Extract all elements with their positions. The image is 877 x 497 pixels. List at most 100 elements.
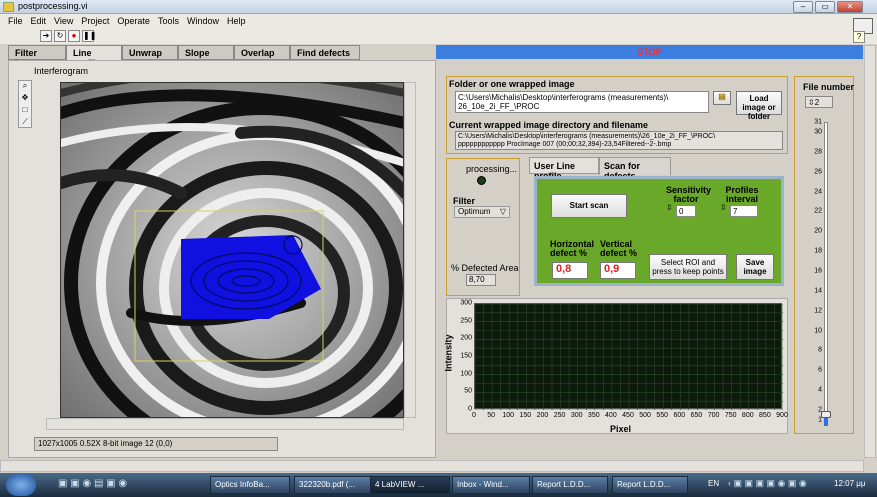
- y-tick-label: 100: [460, 370, 472, 378]
- x-tick-label: 550: [656, 412, 669, 419]
- interferogram-label: Interferogram: [34, 66, 89, 76]
- slider-tick-label: 16: [814, 267, 822, 275]
- tab-slope[interactable]: Slope: [178, 45, 234, 60]
- x-tick-label: 150: [519, 412, 532, 419]
- subtab-scan-for-defects[interactable]: Scan for defects: [599, 157, 671, 181]
- slider-tick-label: 4: [818, 386, 822, 394]
- file-number-label: File number: [803, 82, 855, 92]
- folder-path-input[interactable]: C:\Users\Michalis\Desktop\interferograms…: [455, 91, 709, 113]
- x-tick-label: 100: [502, 412, 515, 419]
- x-tick-label: 250: [553, 412, 566, 419]
- taskbar-pdf[interactable]: 322320b.pdf (...: [294, 476, 374, 494]
- window-vertical-scrollbar[interactable]: [864, 45, 876, 458]
- taskbar-labview[interactable]: 4 LabVIEW ...: [370, 476, 450, 494]
- horizontal-defect-label: Horizontal defect %: [550, 239, 594, 258]
- browse-folder-icon[interactable]: ▤: [713, 91, 731, 105]
- zoom-icon[interactable]: ⌕: [19, 81, 31, 93]
- dropdown-arrow-icon: ▽: [499, 207, 506, 216]
- x-tick-label: 500: [639, 412, 651, 419]
- load-image-button[interactable]: Load image or folder: [736, 91, 782, 121]
- image-vertical-scrollbar[interactable]: [404, 82, 416, 418]
- processing-led-icon: [477, 176, 486, 185]
- tray-icons[interactable]: ‹ ▣ ▣ ▣ ▣ ◉ ▣ ◉: [728, 478, 807, 489]
- taskbar-inbox[interactable]: Inbox - Wind...: [452, 476, 530, 494]
- help-icon[interactable]: ?: [853, 31, 865, 43]
- menu-operate[interactable]: Operate: [117, 16, 150, 26]
- x-tick-label: 450: [622, 412, 634, 419]
- x-tick-label: 600: [673, 412, 686, 419]
- minimize-button[interactable]: –: [793, 1, 813, 13]
- interferogram-image[interactable]: [60, 82, 404, 418]
- slider-tick-label: 28: [814, 148, 822, 156]
- slider-tick-label: 8: [818, 346, 822, 354]
- start-button[interactable]: [6, 474, 36, 496]
- menu-window[interactable]: Window: [187, 16, 219, 26]
- close-button[interactable]: ✕: [837, 1, 863, 13]
- start-scan-button[interactable]: Start scan: [551, 194, 627, 218]
- taskbar-optics[interactable]: Optics InfoBa...: [210, 476, 290, 494]
- x-tick-label: 350: [587, 412, 600, 419]
- language-indicator[interactable]: EN: [708, 479, 719, 488]
- tab-unwrap[interactable]: Unwrap: [122, 45, 178, 60]
- run-arrow-icon[interactable]: ➔: [40, 30, 52, 42]
- vertical-defect-value: 0,9: [600, 262, 636, 279]
- current-file-line2: pppppppppppp ProcImage 007 (00;00;32,394…: [458, 141, 672, 148]
- slider-tick-label: 12: [814, 307, 822, 315]
- sensitivity-spinner-icon[interactable]: ⇳: [666, 203, 673, 212]
- menu-project[interactable]: Project: [81, 16, 109, 26]
- y-axis-label: Intensity: [443, 334, 454, 372]
- quick-launch-icons[interactable]: ▣ ▣ ◉ ▤ ▣ ◉: [58, 478, 127, 489]
- plot-area[interactable]: [474, 303, 784, 411]
- file-number-slider-thumb[interactable]: [821, 411, 831, 418]
- slider-tick-label: 30: [814, 128, 822, 136]
- clock: 12:07 μμ: [834, 479, 866, 488]
- spinner-icon: ⇳: [808, 98, 815, 107]
- sensitivity-input[interactable]: 0: [676, 205, 696, 217]
- subtab-user-line-profile[interactable]: User Line profile: [529, 157, 599, 181]
- pause-icon[interactable]: ❚❚: [82, 30, 96, 42]
- x-tick-label: 900: [776, 412, 788, 419]
- menu-tools[interactable]: Tools: [158, 16, 179, 26]
- window-horizontal-scrollbar[interactable]: [0, 460, 864, 472]
- rectangle-tool-icon[interactable]: □: [19, 105, 31, 117]
- pan-icon[interactable]: ✥: [19, 93, 31, 105]
- processing-label: processing...: [466, 164, 518, 174]
- line-tool-icon[interactable]: ⟋: [19, 117, 31, 129]
- abort-icon[interactable]: ●: [68, 30, 80, 42]
- window-title: postprocessing.vi: [18, 1, 88, 11]
- image-horizontal-scrollbar[interactable]: [46, 418, 404, 430]
- file-number-value: 2: [814, 98, 820, 107]
- run-continuous-icon[interactable]: ↻: [54, 30, 66, 42]
- taskbar-report-1[interactable]: Report L.D.D...: [532, 476, 608, 494]
- file-number-slider-track[interactable]: [824, 122, 828, 424]
- profiles-spinner-icon[interactable]: ⇳: [720, 203, 727, 212]
- x-tick-label: 300: [570, 412, 583, 419]
- vertical-defect-label: Vertical defect %: [600, 239, 638, 258]
- toolbar: [0, 28, 877, 44]
- current-directory-label: Current wrapped image directory and file…: [449, 120, 649, 130]
- x-tick-label: 850: [759, 412, 771, 419]
- tab-find-defects[interactable]: Find defects: [290, 45, 360, 60]
- menu-help[interactable]: Help: [227, 16, 246, 26]
- menu-file[interactable]: File: [8, 16, 23, 26]
- menu-edit[interactable]: Edit: [31, 16, 47, 26]
- filter-select[interactable]: Optimum ▽: [454, 206, 510, 218]
- tab-line-profile[interactable]: Line profile: [66, 45, 122, 68]
- tab-overlap[interactable]: Overlap: [234, 45, 290, 60]
- stop-button[interactable]: STOP: [436, 45, 863, 59]
- sensitivity-label: Sensitivity factor: [666, 185, 712, 204]
- taskbar-report-2[interactable]: Report L.D.D...: [612, 476, 688, 494]
- slider-tick-label: 31: [814, 118, 822, 126]
- menu-view[interactable]: View: [54, 16, 73, 26]
- select-roi-button[interactable]: Select ROI and press to keep points: [649, 254, 727, 280]
- slider-tick-label: 14: [814, 287, 822, 295]
- file-number-input[interactable]: ⇳2: [805, 96, 833, 108]
- defected-area-label: % Defected Area: [451, 263, 519, 273]
- save-image-button[interactable]: Save image: [736, 254, 774, 280]
- slider-tick-label: 22: [814, 207, 822, 215]
- profiles-interval-input[interactable]: 7: [730, 205, 758, 217]
- menu-bar: File Edit View Project Operate Tools Window Hel…: [0, 14, 877, 28]
- y-tick-label: 250: [460, 317, 472, 325]
- tab-filter-image[interactable]: Filter image: [8, 45, 66, 68]
- restore-button[interactable]: ▭: [815, 1, 835, 13]
